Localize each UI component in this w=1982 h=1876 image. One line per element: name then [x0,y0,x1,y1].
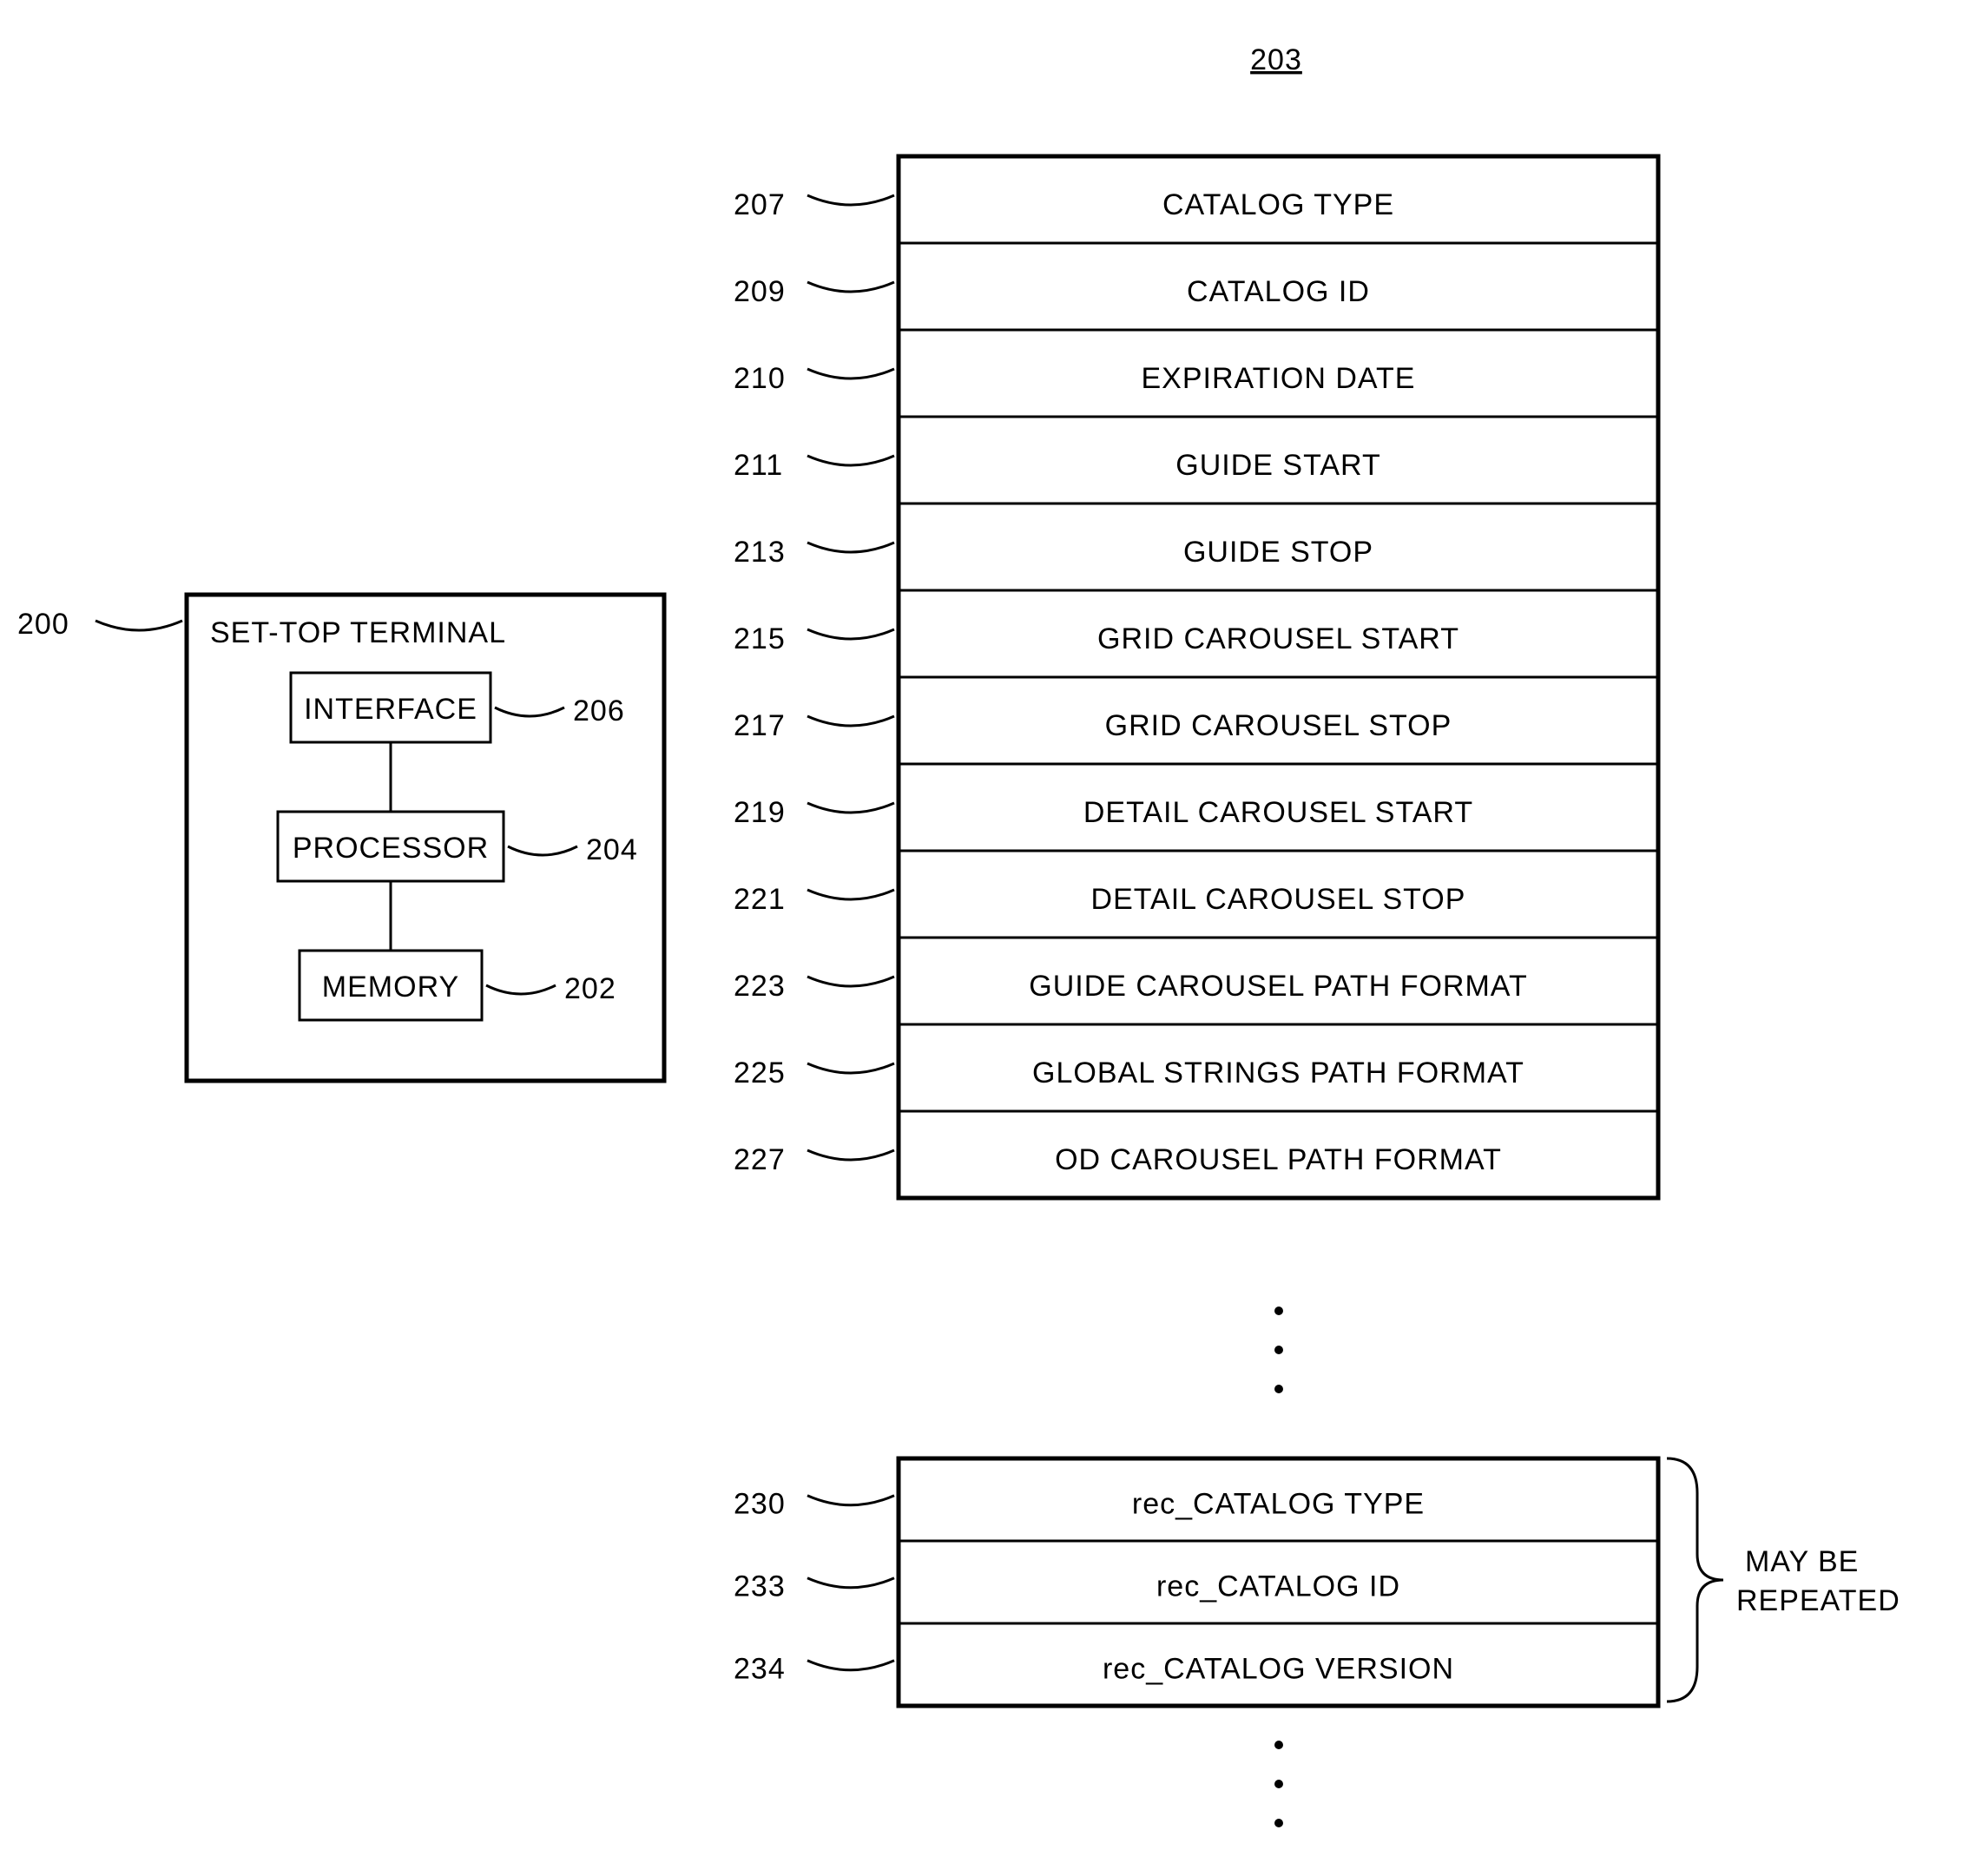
leader [807,1661,894,1670]
terminal-block-1: PROCESSOR 204 [278,812,638,881]
leader [807,629,894,639]
field-label: DETAIL CAROUSEL START [1083,796,1473,829]
leader [807,456,894,465]
leader-200 [95,621,182,630]
diagram: 203 SET-TOP TERMINAL 200 INTERFACE 206 P… [0,0,1982,1876]
fields-table-2: rec_CATALOG TYPE 230 rec_CATALOG ID 233 rec_… [734,1458,1658,1706]
leader [807,1578,894,1588]
field-ref: 230 [734,1488,786,1521]
ref-200: 200 [17,608,69,641]
field-label: CATALOG ID [1187,275,1370,308]
field-label: GRID CAROUSEL START [1097,622,1459,655]
note-line-1: MAY BE [1745,1545,1859,1578]
field-label: GLOBAL STRINGS PATH FORMAT [1032,1056,1524,1089]
field-label: DETAIL CAROUSEL STOP [1091,883,1466,916]
terminal-block-0-ref: 206 [573,694,625,727]
title-ref: 203 [1250,43,1302,76]
field-label: rec_CATALOG TYPE [1132,1488,1425,1521]
field-label: EXPIRATION DATE [1141,362,1415,395]
field-ref: 210 [734,362,786,395]
field-label: GUIDE START [1175,449,1380,482]
leader [807,977,894,986]
terminal-block-0-label: INTERFACE [304,693,477,726]
leader [807,282,894,292]
terminal-block-2: MEMORY 202 [300,951,616,1020]
note-line-2: REPEATED [1736,1584,1900,1617]
leader [807,890,894,899]
field-ref: 234 [734,1653,786,1686]
leader [807,543,894,552]
field-label: GUIDE STOP [1183,536,1373,569]
terminal-block-2-label: MEMORY [322,971,459,1004]
field-ref: 215 [734,622,786,655]
leader [807,369,894,378]
terminal-block-2-ref: 202 [564,972,616,1005]
field-ref: 233 [734,1570,786,1603]
leader [807,716,894,726]
field-ref: 227 [734,1143,786,1176]
leader [807,1496,894,1505]
field-label: CATALOG TYPE [1162,188,1394,221]
leader [807,1150,894,1160]
fields-table-1: CATALOG TYPE 207 CATALOG ID 209 EXPIRATION D… [734,156,1658,1198]
leader [807,195,894,205]
field-ref: 221 [734,883,786,916]
brace-icon [1667,1458,1723,1702]
field-label: rec_CATALOG VERSION [1103,1653,1454,1686]
leader [807,1063,894,1073]
field-ref: 207 [734,188,786,221]
terminal-block-1-label: PROCESSOR [293,832,489,865]
field-label: GUIDE CAROUSEL PATH FORMAT [1029,970,1527,1003]
field-ref: 225 [734,1056,786,1089]
field-ref: 219 [734,796,786,829]
field-ref: 213 [734,536,786,569]
terminal-block-1-ref: 204 [586,833,638,866]
field-ref: 211 [734,449,783,482]
terminal-block-0: INTERFACE 206 [291,673,625,742]
field-label: rec_CATALOG ID [1156,1570,1400,1603]
field-ref: 209 [734,275,786,308]
field-ref: 223 [734,970,786,1003]
field-label: GRID CAROUSEL STOP [1105,709,1452,742]
leader [807,803,894,813]
field-label: OD CAROUSEL PATH FORMAT [1055,1143,1502,1176]
field-ref: 217 [734,709,786,742]
terminal-label: SET-TOP TERMINAL [210,616,506,649]
